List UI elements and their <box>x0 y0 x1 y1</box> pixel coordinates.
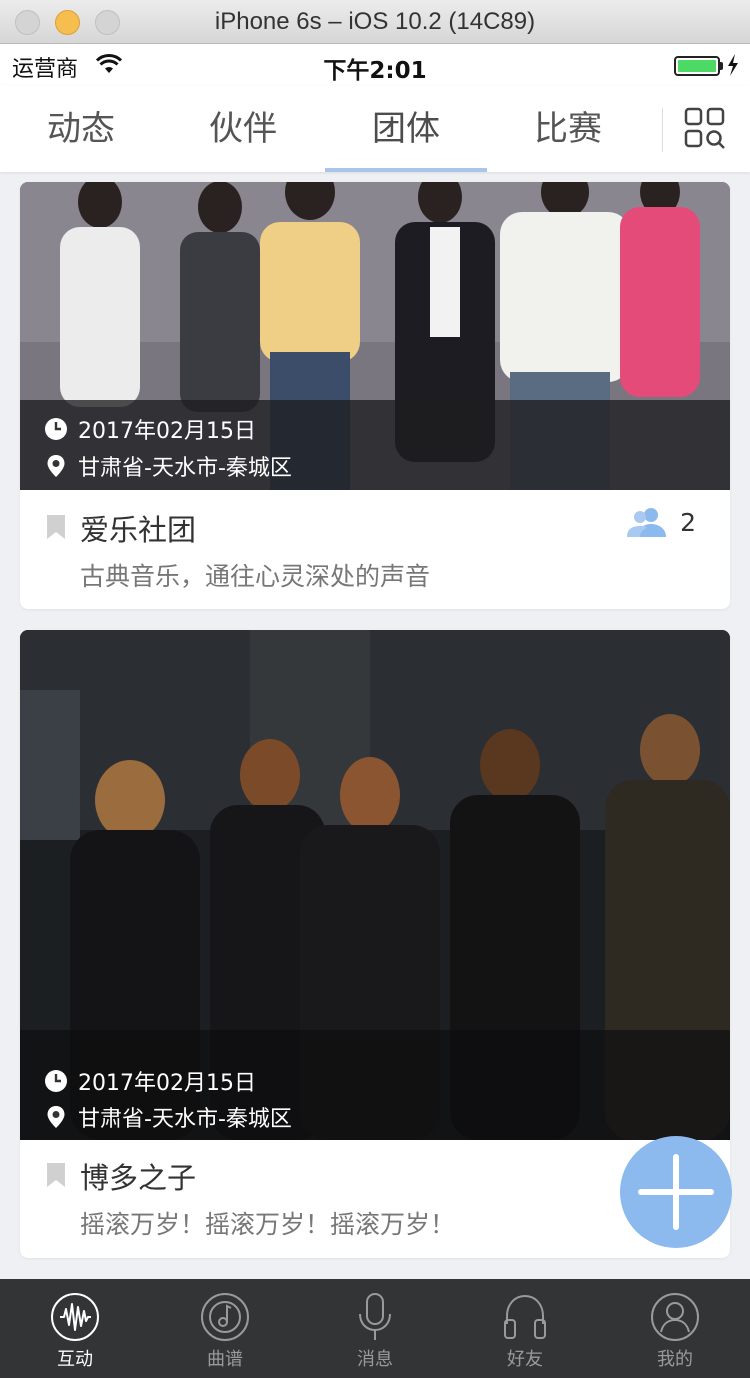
battery-icon <box>674 56 720 76</box>
group-name: 博多之子 <box>80 1161 197 1195</box>
headphones-icon <box>504 1294 546 1339</box>
group-photo: 2017年02月15日 甘肃省-天水市-秦城区 <box>20 182 730 490</box>
group-description: 摇滚万岁！摇滚万岁！摇滚万岁！ <box>80 1210 456 1239</box>
meta-location-row: 甘肃省-天水市-秦城区 <box>44 450 292 482</box>
group-name: 爱乐社团 <box>80 513 197 547</box>
status-bar: 运营商 下午2:01 <box>0 44 750 86</box>
bottom-tab-me[interactable]: 我的 <box>600 1279 750 1378</box>
group-date: 2017年02月15日 <box>78 1071 256 1096</box>
location-pin-icon <box>47 1106 65 1128</box>
bottom-tab-label: 我的 <box>657 1349 693 1370</box>
members-icon <box>627 508 667 537</box>
group-date: 2017年02月15日 <box>78 419 256 444</box>
group-description: 古典音乐，通往心灵深处的声音 <box>80 562 431 591</box>
tab-partners[interactable]: 伙伴 <box>162 86 324 172</box>
group-location: 甘肃省-天水市-秦城区 <box>78 1107 292 1132</box>
disc-icon <box>201 1293 249 1341</box>
bookmark-icon[interactable] <box>46 1162 66 1188</box>
status-time: 下午2:01 <box>323 58 427 84</box>
tab-competitions[interactable]: 比赛 <box>487 86 649 172</box>
user-icon <box>651 1293 699 1341</box>
bottom-tab-label: 好友 <box>507 1349 543 1370</box>
group-photo-illustration <box>20 630 730 1140</box>
charging-icon <box>728 54 738 76</box>
bottom-tab-interact[interactable]: 互动 <box>0 1279 150 1378</box>
group-location: 甘肃省-天水市-秦城区 <box>78 456 292 481</box>
add-group-button[interactable] <box>620 1136 732 1248</box>
tab-dynamic[interactable]: 动态 <box>0 86 162 172</box>
plus-icon <box>638 1154 714 1230</box>
bookmark-icon[interactable] <box>46 514 66 540</box>
active-tab-indicator <box>325 168 487 172</box>
photo-meta-overlay: 2017年02月15日 甘肃省-天水市-秦城区 <box>20 400 730 490</box>
bottom-tab-scores[interactable]: 曲谱 <box>150 1279 300 1378</box>
simulator-title: iPhone 6s – iOS 10.2 (14C89) <box>214 8 536 35</box>
battery-tip <box>720 62 723 70</box>
bottom-tab-friends[interactable]: 好友 <box>450 1279 600 1378</box>
meta-location-row: 甘肃省-天水市-秦城区 <box>44 1101 292 1133</box>
bottom-tab-bar: 互动 曲谱 消息 好友 我的 <box>0 1279 750 1378</box>
tab-groups[interactable]: 团体 <box>325 86 487 172</box>
grid-search-icon[interactable] <box>684 107 726 149</box>
member-count: 2 <box>626 507 696 537</box>
location-pin-icon <box>47 455 65 477</box>
bottom-tab-messages[interactable]: 消息 <box>300 1279 450 1378</box>
bottom-tab-label: 互动 <box>57 1349 93 1370</box>
bottom-tab-label: 消息 <box>357 1349 393 1370</box>
microphone-icon <box>359 1293 391 1340</box>
clock-icon <box>45 1070 67 1092</box>
group-card[interactable]: 2017年02月15日 甘肃省-天水市-秦城区 爱乐社团 2 古典音乐，通往心灵… <box>20 182 730 609</box>
group-photo: 2017年02月15日 甘肃省-天水市-秦城区 <box>20 630 730 1140</box>
clock-icon <box>45 418 67 440</box>
simulator-titlebar: iPhone 6s – iOS 10.2 (14C89) <box>0 0 750 44</box>
meta-date-row: 2017年02月15日 <box>44 413 256 445</box>
top-tab-bar: 动态 伙伴 团体 比赛 <box>0 86 750 172</box>
nav-divider <box>662 108 663 152</box>
member-count-value: 2 <box>680 507 696 537</box>
waveform-icon <box>51 1293 99 1341</box>
bottom-tab-label: 曲谱 <box>207 1349 243 1370</box>
meta-date-row: 2017年02月15日 <box>44 1065 256 1097</box>
group-feed: 2017年02月15日 甘肃省-天水市-秦城区 爱乐社团 2 古典音乐，通往心灵… <box>0 172 750 1279</box>
